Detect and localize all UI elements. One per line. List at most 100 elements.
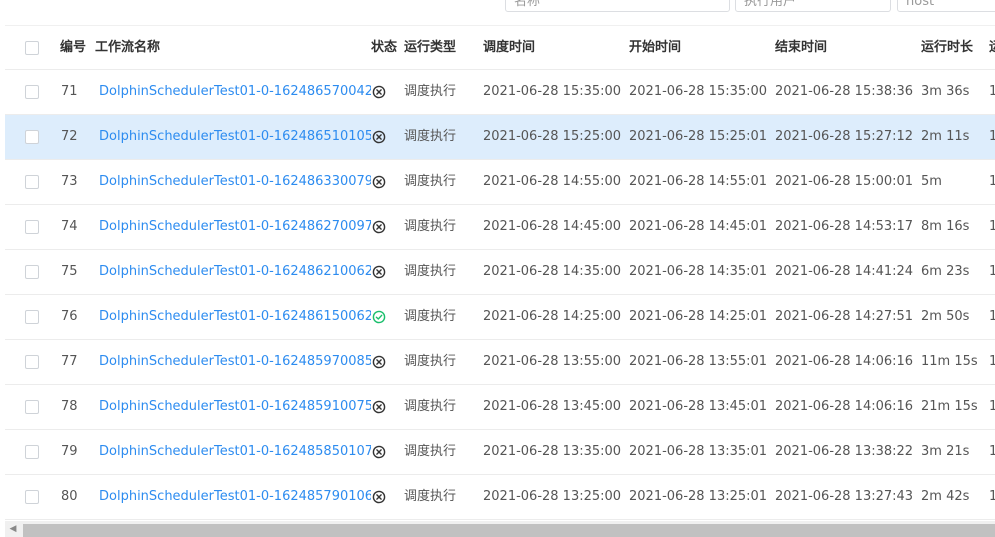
row-more: 1 <box>989 399 995 414</box>
table-row[interactable]: 74 DolphinSchedulerTest01-0-1624862700978… <box>5 205 995 250</box>
name-filter-input[interactable]: 名称 <box>505 0 730 12</box>
process-instance-table: 编号 工作流名称 状态 运行类型 调度时间 开始时间 结束时间 运行时长 运 7… <box>5 25 995 520</box>
row-more: 1 <box>989 264 995 279</box>
row-select-cell <box>25 430 41 474</box>
row-start-time: 2021-06-28 14:55:01 <box>629 174 768 189</box>
circle-x-icon <box>372 84 386 99</box>
row-more: 1 <box>989 444 995 459</box>
row-id: 76 <box>61 309 78 324</box>
select-all-checkbox[interactable] <box>25 40 39 55</box>
row-select-cell <box>25 340 41 384</box>
table-body: 71 DolphinSchedulerTest01-0-1624865700421… <box>5 70 995 520</box>
row-end-time: 2021-06-28 14:06:16 <box>775 354 914 369</box>
row-checkbox[interactable] <box>25 129 39 144</box>
table-row[interactable]: 75 DolphinSchedulerTest01-0-1624862100623… <box>5 250 995 295</box>
row-select-cell <box>25 205 41 249</box>
scroll-left-arrow-icon[interactable]: ◀ <box>5 521 21 537</box>
row-id: 73 <box>61 174 78 189</box>
row-schedule-time: 2021-06-28 13:25:00 <box>483 489 622 504</box>
row-start-time: 2021-06-28 15:25:01 <box>629 129 768 144</box>
workflow-name-link[interactable]: DolphinSchedulerTest01-0-1624865101057 <box>99 115 371 159</box>
row-checkbox[interactable] <box>25 219 39 234</box>
row-end-time: 2021-06-28 13:38:22 <box>775 444 914 459</box>
row-run-type: 调度执行 <box>404 489 457 504</box>
circle-x-icon <box>372 174 386 189</box>
table-header: 编号 工作流名称 状态 运行类型 调度时间 开始时间 结束时间 运行时长 运 <box>5 25 995 70</box>
row-start-time: 2021-06-28 13:45:01 <box>629 399 768 414</box>
workflow-name-link[interactable]: DolphinSchedulerTest01-0-1624861500625 <box>99 295 371 339</box>
row-run-type: 调度执行 <box>404 219 457 234</box>
workflow-name-link[interactable]: DolphinSchedulerTest01-0-1624862100623 <box>99 250 371 294</box>
row-schedule-time: 2021-06-28 13:55:00 <box>483 354 622 369</box>
row-state <box>372 205 404 249</box>
executor-filter-input[interactable]: 执行用户 <box>735 0 891 12</box>
row-more: 1 <box>989 129 995 144</box>
row-more: 1 <box>989 354 995 369</box>
row-checkbox[interactable] <box>25 399 39 414</box>
row-id: 80 <box>61 489 78 504</box>
row-more: 1 <box>989 309 995 324</box>
table-row[interactable]: 72 DolphinSchedulerTest01-0-1624865101057… <box>5 115 995 160</box>
row-duration: 11m 15s <box>921 354 978 369</box>
row-start-time: 2021-06-28 13:55:01 <box>629 354 768 369</box>
table-row[interactable]: 76 DolphinSchedulerTest01-0-1624861500625… <box>5 295 995 340</box>
header-end-time: 结束时间 <box>775 40 828 55</box>
row-more: 1 <box>989 84 995 99</box>
row-checkbox[interactable] <box>25 84 39 99</box>
filter-bar: 名称 执行用户 host <box>0 0 995 14</box>
horizontal-scrollbar[interactable]: ◀ <box>5 521 995 537</box>
row-schedule-time: 2021-06-28 13:45:00 <box>483 399 622 414</box>
row-start-time: 2021-06-28 14:35:01 <box>629 264 768 279</box>
row-end-time: 2021-06-28 14:53:17 <box>775 219 914 234</box>
row-checkbox[interactable] <box>25 489 39 504</box>
circle-x-icon <box>372 129 386 144</box>
row-state <box>372 115 404 159</box>
table-row[interactable]: 78 DolphinSchedulerTest01-0-1624859100753… <box>5 385 995 430</box>
row-start-time: 2021-06-28 14:45:01 <box>629 219 768 234</box>
row-duration: 2m 11s <box>921 129 970 144</box>
row-end-time: 2021-06-28 15:38:36 <box>775 84 914 99</box>
row-id: 79 <box>61 444 78 459</box>
workflow-name-link[interactable]: DolphinSchedulerTest01-0-1624857901060 <box>99 475 371 519</box>
workflow-name-link[interactable]: DolphinSchedulerTest01-0-1624859100753 <box>99 385 371 429</box>
workflow-name-link[interactable]: DolphinSchedulerTest01-0-1624862700978 <box>99 205 371 249</box>
row-state <box>372 475 404 519</box>
row-start-time: 2021-06-28 13:25:01 <box>629 489 768 504</box>
table-row[interactable]: 71 DolphinSchedulerTest01-0-1624865700421… <box>5 70 995 115</box>
workflow-name-link[interactable]: DolphinSchedulerTest01-0-1624863300792 <box>99 160 371 204</box>
circle-x-icon <box>372 264 386 279</box>
row-checkbox[interactable] <box>25 264 39 279</box>
row-state <box>372 295 404 339</box>
row-duration: 8m 16s <box>921 219 970 234</box>
row-run-type: 调度执行 <box>404 309 457 324</box>
header-start-time: 开始时间 <box>629 40 682 55</box>
table-row[interactable]: 80 DolphinSchedulerTest01-0-1624857901060… <box>5 475 995 520</box>
circle-x-icon <box>372 399 386 414</box>
row-schedule-time: 2021-06-28 15:25:00 <box>483 129 622 144</box>
table-row[interactable]: 79 DolphinSchedulerTest01-0-1624858501071… <box>5 430 995 475</box>
row-id: 77 <box>61 354 78 369</box>
row-checkbox[interactable] <box>25 354 39 369</box>
row-run-type: 调度执行 <box>404 444 457 459</box>
workflow-name-link[interactable]: DolphinSchedulerTest01-0-1624858501071 <box>99 430 371 474</box>
workflow-name-link[interactable]: DolphinSchedulerTest01-0-1624865700421 <box>99 70 371 114</box>
header-run-type: 运行类型 <box>404 40 457 55</box>
row-id: 74 <box>61 219 78 234</box>
row-checkbox[interactable] <box>25 309 39 324</box>
row-checkbox[interactable] <box>25 444 39 459</box>
row-more: 1 <box>989 174 995 189</box>
row-state <box>372 385 404 429</box>
table-row[interactable]: 77 DolphinSchedulerTest01-0-1624859700855… <box>5 340 995 385</box>
row-state <box>372 70 404 114</box>
row-start-time: 2021-06-28 15:35:00 <box>629 84 768 99</box>
host-filter-input[interactable]: host <box>897 0 995 12</box>
workflow-name-link[interactable]: DolphinSchedulerTest01-0-1624859700855 <box>99 340 371 384</box>
row-duration: 3m 21s <box>921 444 970 459</box>
row-checkbox[interactable] <box>25 174 39 189</box>
row-more: 1 <box>989 489 995 504</box>
scroll-thumb[interactable] <box>23 524 995 537</box>
select-all-cell <box>25 26 41 70</box>
table-row[interactable]: 73 DolphinSchedulerTest01-0-1624863300792… <box>5 160 995 205</box>
row-id: 75 <box>61 264 78 279</box>
header-state: 状态 <box>371 40 398 55</box>
